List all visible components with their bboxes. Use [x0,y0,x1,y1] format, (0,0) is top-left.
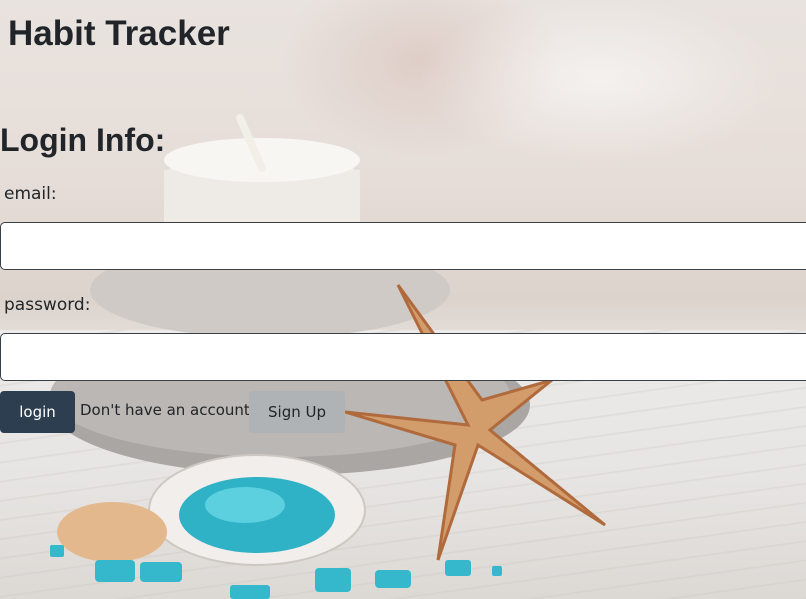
no-account-text: Don't have an account? [80,401,258,419]
signup-button[interactable]: Sign Up [249,391,345,433]
email-field[interactable] [0,222,806,270]
candle-shape [164,114,360,222]
background-photo [0,0,806,599]
email-label: email: [4,184,57,204]
password-field[interactable] [0,333,806,381]
password-label: password: [4,295,91,315]
login-heading: Login Info: [0,122,166,158]
app-title: Habit Tracker [8,14,230,53]
shell-shape [57,454,366,566]
spa-decoration-illustration [50,114,606,599]
login-button[interactable]: login [0,391,75,433]
